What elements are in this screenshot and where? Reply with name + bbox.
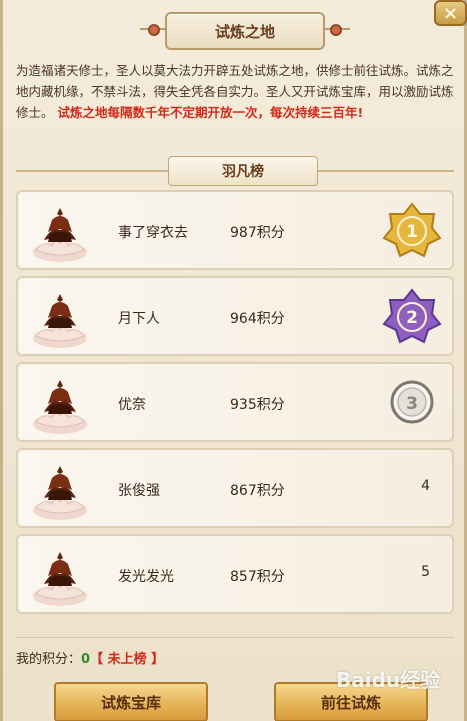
player-score: 964积分 <box>230 311 285 327</box>
section-right-line <box>318 170 454 172</box>
window-title: 试炼之地 <box>165 12 325 50</box>
player-avatar-icon <box>30 200 90 264</box>
leaderboard-row: 月下人 964积分 2 <box>16 276 454 356</box>
player-avatar-icon <box>30 544 90 608</box>
leaderboard-row: 事了穿衣去 987积分 1 <box>16 190 454 270</box>
trial-description: 为造福诸天修士，圣人以莫大法力开辟五处试炼之地，供修士前往试炼。试炼之地内藏机缘… <box>16 60 454 123</box>
description-highlight: 试炼之地每隔数千年不定期开放一次，每次持续三百年! <box>57 105 364 120</box>
section-left-line <box>16 170 168 172</box>
trial-treasury-button[interactable]: 试炼宝库 <box>54 682 208 721</box>
banner-right-knob <box>330 24 342 36</box>
svg-text:1: 1 <box>406 222 418 242</box>
player-score: 857积分 <box>230 569 285 585</box>
divider <box>16 637 454 638</box>
leaderboard-row: 优奈 935积分 3 <box>16 362 454 442</box>
my-score: 我的积分：0【 未上榜 】 <box>16 648 164 667</box>
player-score: 935积分 <box>230 397 285 413</box>
svg-text:3: 3 <box>406 394 418 414</box>
player-avatar-icon <box>30 286 90 350</box>
purple-rank-badge-icon: 2 <box>382 286 442 346</box>
my-score-status: 【 未上榜 】 <box>90 652 165 667</box>
rank-number: 4 <box>421 478 430 494</box>
banner-left-knob <box>148 24 160 36</box>
player-name: 张俊强 <box>118 483 160 499</box>
close-button[interactable]: × <box>434 0 467 26</box>
baidu-watermark: Baidu经验 <box>336 668 441 692</box>
rank-number: 5 <box>421 564 430 580</box>
player-name: 发光发光 <box>118 569 174 585</box>
player-name: 事了穿衣去 <box>118 225 188 241</box>
my-score-label: 我的积分： <box>16 652 82 667</box>
player-name: 月下人 <box>118 311 160 327</box>
player-avatar-icon <box>30 372 90 436</box>
svg-text:2: 2 <box>406 308 418 328</box>
leaderboard-title: 羽凡榜 <box>168 156 318 186</box>
player-name: 优奈 <box>118 397 146 413</box>
gold-rank-badge-icon: 1 <box>382 200 442 260</box>
my-score-value: 0 <box>81 652 91 667</box>
player-avatar-icon <box>30 458 90 522</box>
leaderboard-row: 发光发光 857积分 5 <box>16 534 454 614</box>
silver-rank-badge-icon: 3 <box>382 372 442 432</box>
player-score: 987积分 <box>230 225 285 241</box>
close-icon: × <box>442 2 459 24</box>
leaderboard-row: 张俊强 867积分 4 <box>16 448 454 528</box>
player-score: 867积分 <box>230 483 285 499</box>
